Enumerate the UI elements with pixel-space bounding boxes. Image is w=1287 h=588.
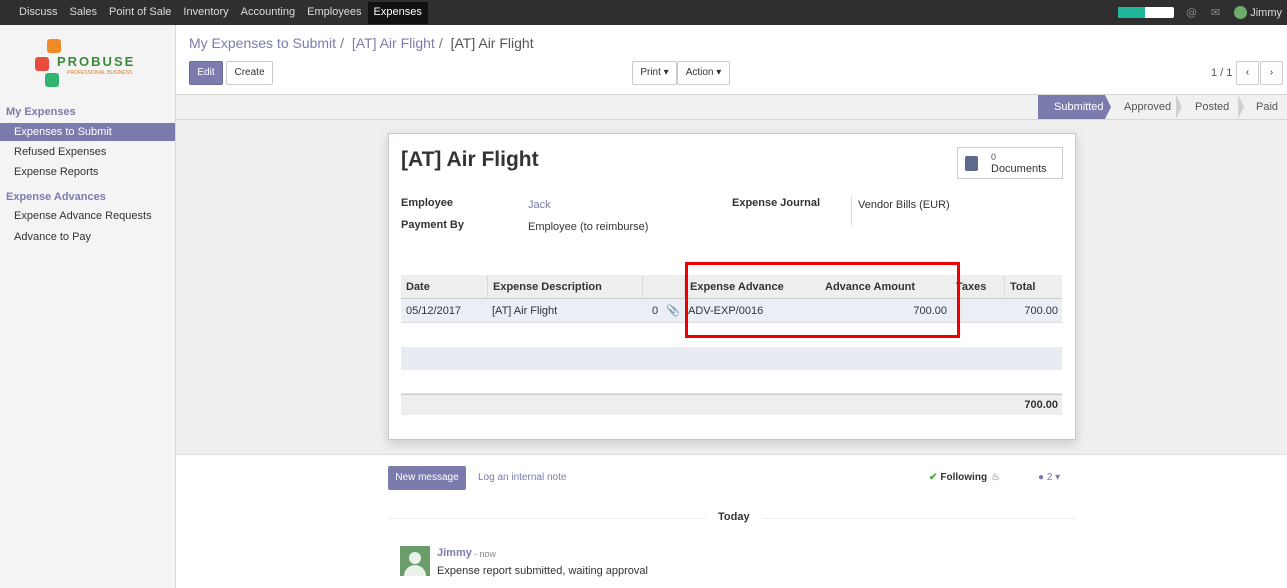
breadcrumb-item-2[interactable]: [AT] Air Flight [352, 35, 435, 51]
col-date[interactable]: Date [401, 275, 487, 299]
sidebar-item-refused-expenses[interactable]: Refused Expenses [0, 143, 175, 161]
message-avatar[interactable] [400, 546, 430, 576]
table-footer: 700.00 [401, 394, 1062, 415]
form-view: [AT] Air Flight 0 Documents Employee Jac… [176, 121, 1287, 455]
paperclip-icon[interactable]: 📎 [666, 299, 680, 323]
sidebar-item-advance-to-pay[interactable]: Advance to Pay [0, 228, 175, 246]
caret-down-icon: ▾ [1055, 472, 1061, 483]
caret-down-icon: ▾ [716, 67, 722, 78]
followers-count: 2 [1046, 472, 1053, 483]
col-expense-description[interactable]: Expense Description [487, 275, 642, 299]
log-note-link[interactable]: Log an internal note [478, 472, 566, 483]
following-button[interactable]: ✔ Following ♨ [929, 472, 1000, 483]
control-panel: My Expenses to Submit / [AT] Air Flight / … [176, 25, 1287, 95]
cell-date: 05/12/2017 [406, 305, 462, 317]
company-logo: PROBUSE PROFESSIONAL BUSINESS [35, 37, 145, 97]
book-icon [965, 156, 978, 171]
action-label: Action [685, 67, 714, 78]
followers-dropdown[interactable]: ● 2 ▾ [1038, 472, 1060, 483]
payment-by-field[interactable]: Employee (to reimburse) [528, 221, 648, 233]
field-divider [851, 196, 852, 226]
form-sheet: [AT] Air Flight 0 Documents Employee Jac… [388, 133, 1076, 440]
sidebar-item-expense-advance-requests[interactable]: Expense Advance Requests [0, 207, 175, 225]
stage-label: Paid [1256, 101, 1279, 113]
empty-row [401, 370, 1062, 394]
stage-label: Submitted [1054, 101, 1104, 113]
documents-count: 0 [991, 152, 997, 162]
message-body: Expense report submitted, waiting approv… [437, 565, 648, 577]
action-dropdown[interactable]: Action ▾ [677, 61, 730, 85]
documents-label: Documents [991, 163, 1047, 175]
edit-button[interactable]: Edit [189, 61, 223, 85]
chevron-left-icon: ‹ [1245, 67, 1250, 78]
highlight-box [685, 262, 960, 338]
cell-description: [AT] Air Flight [492, 305, 558, 317]
pager-value: 1 / 1 [1211, 67, 1233, 79]
stage-label: Approved [1124, 101, 1172, 113]
at-icon[interactable]: @ [1186, 6, 1197, 19]
stage-approved[interactable]: Approved [1108, 95, 1182, 119]
menu-point-of-sale[interactable]: Point of Sale [103, 0, 177, 25]
create-button[interactable]: Create [226, 61, 273, 85]
top-navbar: Discuss Sales Point of Sale Inventory Ac… [0, 0, 1287, 25]
new-message-button[interactable]: New message [388, 466, 466, 490]
menu-accounting[interactable]: Accounting [235, 0, 301, 25]
menu-inventory[interactable]: Inventory [177, 0, 234, 25]
breadcrumb: My Expenses to Submit / [AT] Air Flight / … [189, 35, 534, 51]
section-expense-advances[interactable]: Expense Advances [6, 191, 106, 203]
menu-sales[interactable]: Sales [64, 0, 104, 25]
check-icon: ✔ [929, 472, 938, 483]
stage-label: Posted [1195, 101, 1230, 113]
caret-down-icon: ▾ [663, 67, 669, 78]
app-menu: Discuss Sales Point of Sale Inventory Ac… [13, 0, 428, 25]
stage-paid[interactable]: Paid [1240, 95, 1287, 119]
menu-employees[interactable]: Employees [301, 0, 367, 25]
chat-icon[interactable]: ✉ [1211, 6, 1220, 19]
pager-next-button[interactable]: › [1260, 61, 1283, 85]
breadcrumb-current: [AT] Air Flight [450, 35, 534, 51]
record-title: [AT] Air Flight [401, 148, 539, 171]
col-attachments [642, 275, 684, 299]
menu-discuss[interactable]: Discuss [13, 0, 64, 25]
chatter: New message Log an internal note ✔ Follow… [176, 455, 1287, 588]
print-dropdown[interactable]: Print ▾ [632, 61, 677, 85]
stage-posted[interactable]: Posted [1179, 95, 1244, 119]
topbar-right: @ ✉ Jimmy [1118, 0, 1287, 25]
logo-brand: PROBUSE [57, 54, 136, 69]
footer-total: 700.00 [1024, 399, 1058, 411]
date-label: Today [706, 511, 762, 523]
bell-icon[interactable]: ♨ [991, 472, 1000, 483]
cell-total: 700.00 [1024, 305, 1058, 317]
sidebar-item-expenses-to-submit[interactable]: Expenses to Submit [0, 123, 175, 141]
section-my-expenses[interactable]: My Expenses [6, 106, 76, 118]
message-author[interactable]: Jimmy [437, 547, 472, 559]
sidebar-item-expense-reports[interactable]: Expense Reports [0, 163, 175, 181]
employee-field[interactable]: Jack [528, 199, 551, 211]
breadcrumb-sep: / [340, 35, 344, 51]
stage-submitted[interactable]: Submitted [1038, 95, 1111, 119]
message-time: - now [474, 549, 497, 559]
employee-label: Employee [401, 197, 453, 209]
menu-expenses[interactable]: Expenses [367, 2, 428, 24]
switch-toggle[interactable] [1118, 7, 1174, 18]
following-label: Following [940, 472, 988, 483]
print-label: Print [640, 67, 661, 78]
documents-button[interactable]: 0 Documents [957, 147, 1063, 179]
breadcrumb-item-1[interactable]: My Expenses to Submit [189, 35, 336, 51]
sidebar: PROBUSE PROFESSIONAL BUSINESS My Expense… [0, 25, 176, 588]
expense-journal-field[interactable]: Vendor Bills (EUR) [858, 199, 950, 211]
status-bar: Submitted Approved Posted Paid [176, 95, 1287, 120]
expense-journal-label: Expense Journal [732, 197, 821, 209]
empty-row [401, 347, 1062, 370]
user-icon: ● [1038, 472, 1045, 483]
logo-tagline: PROFESSIONAL BUSINESS [67, 70, 133, 76]
user-name[interactable]: Jimmy [1250, 7, 1282, 19]
user-avatar[interactable] [1234, 6, 1248, 19]
payment-by-label: Payment By [401, 219, 464, 231]
col-total[interactable]: Total [1004, 275, 1062, 299]
cell-attachments-count: 0 [652, 305, 659, 317]
pager-previous-button[interactable]: ‹ [1236, 61, 1259, 85]
chevron-right-icon: › [1269, 67, 1274, 78]
breadcrumb-sep: / [438, 35, 443, 51]
